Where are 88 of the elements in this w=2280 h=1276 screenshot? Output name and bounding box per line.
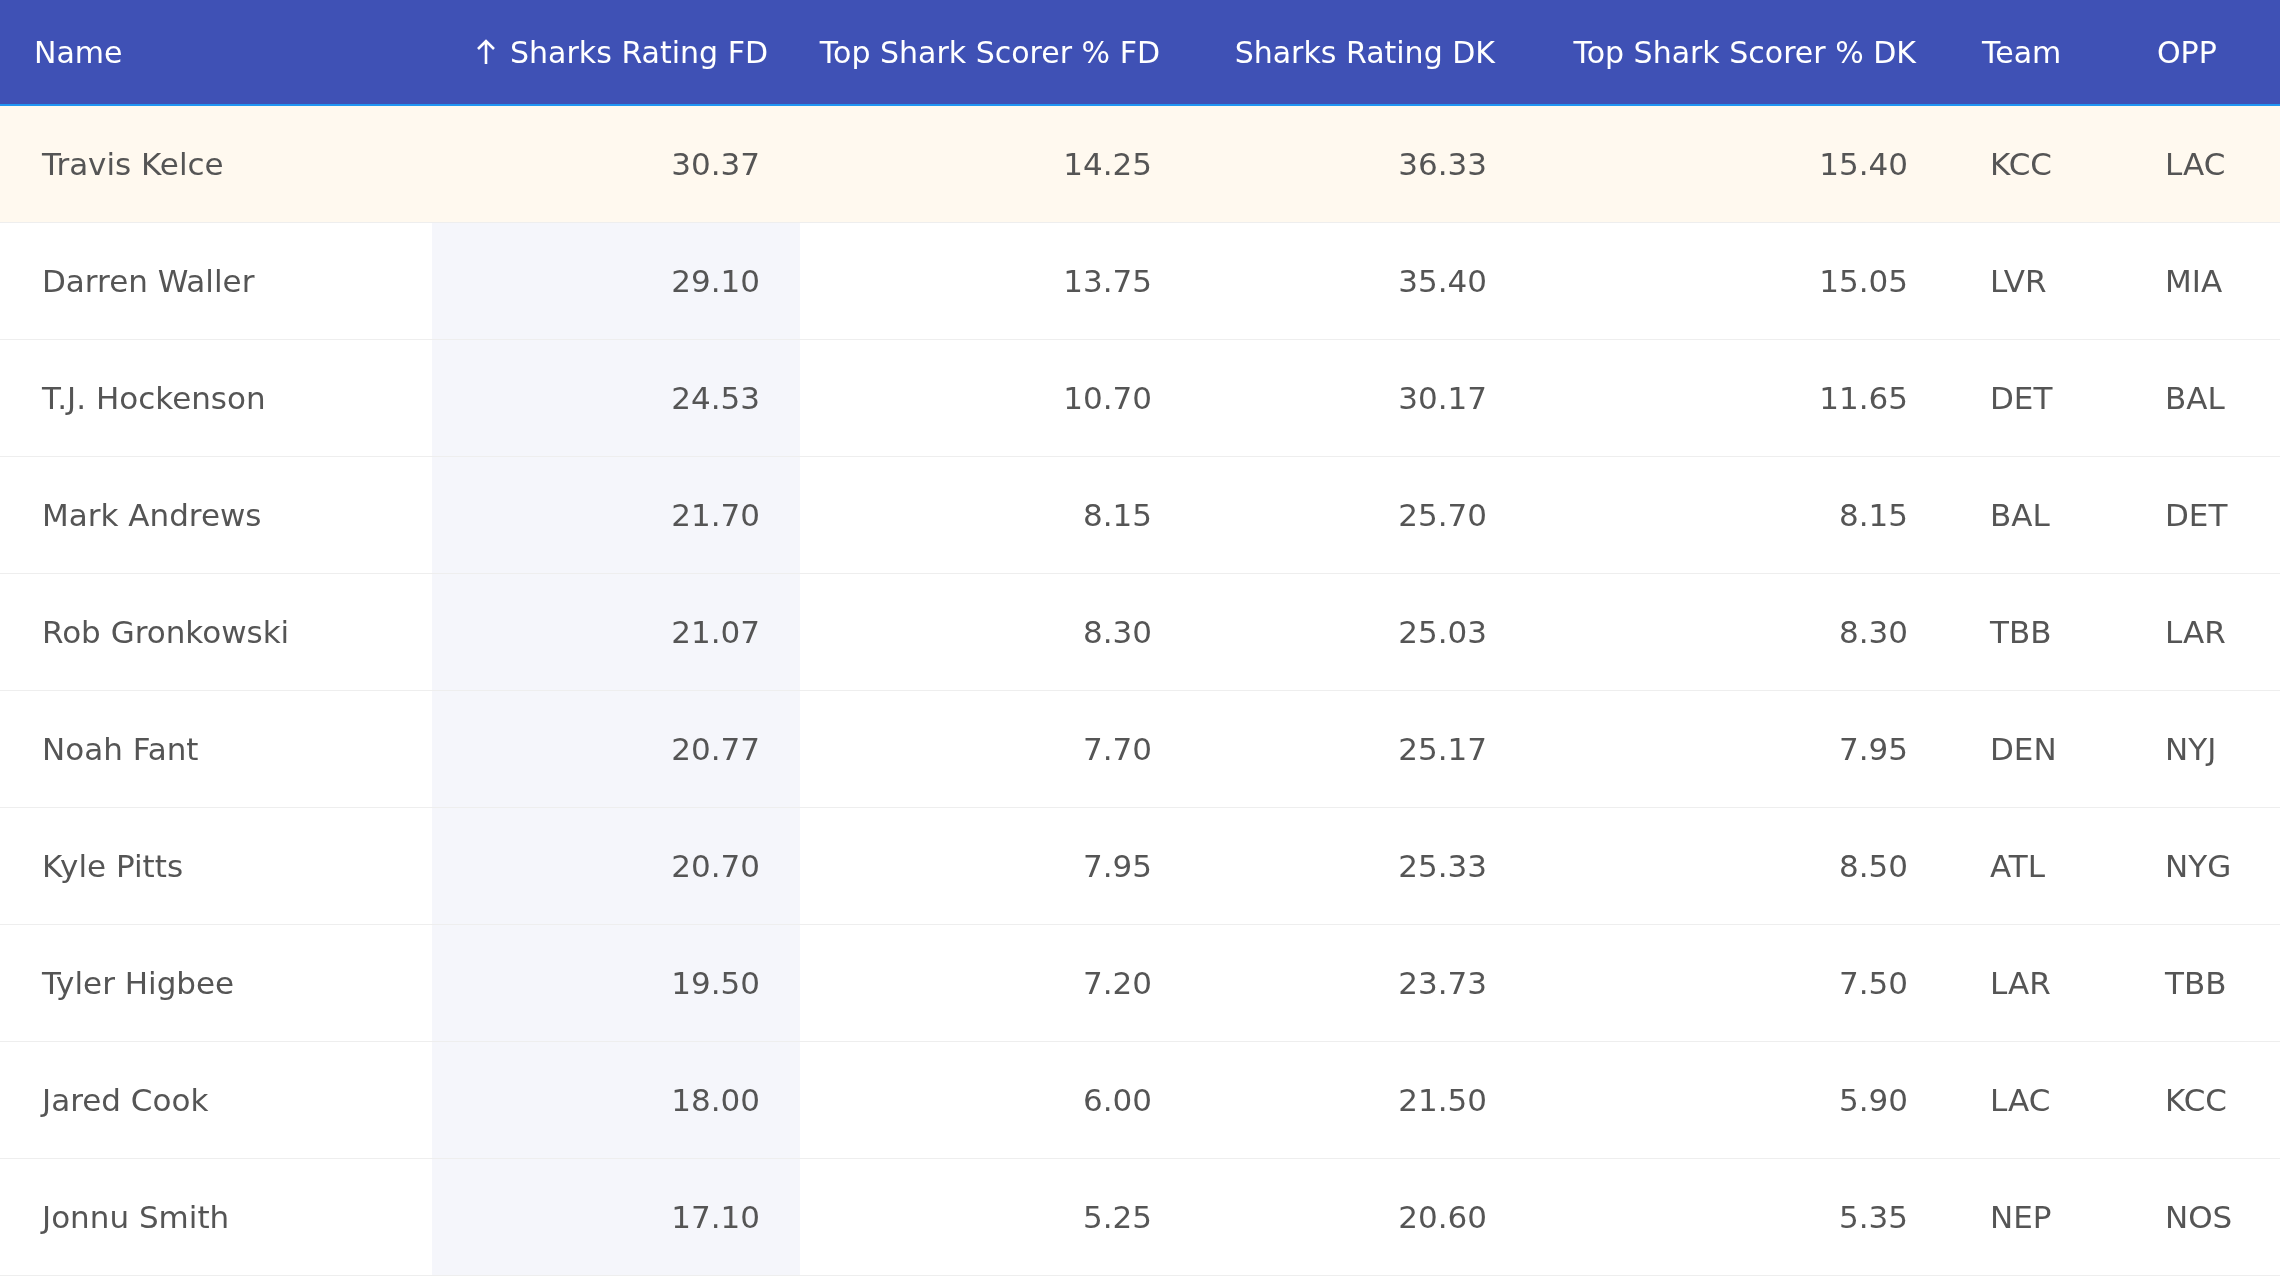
table-cell: 30.37 bbox=[671, 146, 760, 182]
table-cell: 6.00 bbox=[1082, 1082, 1152, 1118]
table-cell: BAL bbox=[2165, 380, 2225, 416]
table-cell: ATL bbox=[1990, 848, 2045, 884]
table-row[interactable]: Tyler Higbee 19.50 7.20 23.73 7.50 LAR TBB bbox=[0, 925, 2280, 1042]
table-cell: 7.20 bbox=[1082, 965, 1152, 1001]
table-cell: Darren Waller bbox=[42, 263, 255, 299]
table-cell: 18.00 bbox=[671, 1082, 760, 1118]
table-cell: 25.03 bbox=[1398, 614, 1487, 650]
table-cell: 20.60 bbox=[1398, 1199, 1487, 1235]
table-cell: 5.35 bbox=[1838, 1199, 1908, 1235]
table-cell: DEN bbox=[1990, 731, 2057, 767]
table-row[interactable]: Rob Gronkowski 21.07 8.30 25.03 8.30 TBB LAR bbox=[0, 574, 2280, 691]
table-cell: 7.95 bbox=[1082, 848, 1152, 884]
table-cell: LAC bbox=[2165, 146, 2226, 182]
table-cell: DET bbox=[1990, 380, 2053, 416]
table-cell: 25.17 bbox=[1398, 731, 1487, 767]
table-cell: LAC bbox=[1990, 1082, 2051, 1118]
table-row[interactable]: Jonnu Smith 17.10 5.25 20.60 5.35 NEP NOS bbox=[0, 1159, 2280, 1276]
table-cell: 5.90 bbox=[1838, 1082, 1908, 1118]
table-cell: 15.05 bbox=[1819, 263, 1908, 299]
table-cell: 23.73 bbox=[1398, 965, 1487, 1001]
table-cell: Mark Andrews bbox=[42, 497, 262, 533]
table-cell: Jared Cook bbox=[42, 1082, 209, 1118]
table-cell: Noah Fant bbox=[42, 731, 199, 767]
column-header[interactable]: Sharks Rating DK bbox=[1234, 34, 1495, 70]
table-cell: 10.70 bbox=[1063, 380, 1152, 416]
table-cell: 21.07 bbox=[671, 614, 760, 650]
table-row[interactable]: T.J. Hockenson 24.53 10.70 30.17 11.65 DET BAL bbox=[0, 340, 2280, 457]
table-cell: LAR bbox=[1990, 965, 2051, 1001]
table-cell: DET bbox=[2165, 497, 2228, 533]
table-cell: 5.25 bbox=[1082, 1199, 1152, 1235]
table-cell: Rob Gronkowski bbox=[42, 614, 290, 650]
table-cell: 29.10 bbox=[671, 263, 760, 299]
table-cell: Kyle Pitts bbox=[42, 848, 184, 884]
table-cell: KCC bbox=[1990, 146, 2052, 182]
table-cell: LVR bbox=[1990, 263, 2047, 299]
table-cell: 36.33 bbox=[1398, 146, 1487, 182]
table-cell: 14.25 bbox=[1063, 146, 1152, 182]
table-row[interactable]: Mark Andrews 21.70 8.15 25.70 8.15 BAL DET bbox=[0, 457, 2280, 574]
table-cell: NYG bbox=[2165, 848, 2232, 884]
table-cell: 7.70 bbox=[1082, 731, 1152, 767]
table-cell: 17.10 bbox=[671, 1199, 760, 1235]
table-cell: 25.70 bbox=[1398, 497, 1487, 533]
table-cell: 35.40 bbox=[1398, 263, 1487, 299]
table-cell: Tyler Higbee bbox=[42, 965, 235, 1001]
table-cell: 7.50 bbox=[1838, 965, 1908, 1001]
table-row[interactable]: Kyle Pitts 20.70 7.95 25.33 8.50 ATL NYG bbox=[0, 808, 2280, 925]
table-cell: 21.70 bbox=[671, 497, 760, 533]
table-cell: 8.15 bbox=[1082, 497, 1152, 533]
table-cell: 11.65 bbox=[1819, 380, 1908, 416]
table-cell: 8.30 bbox=[1082, 614, 1152, 650]
column-header[interactable]: Top Shark Scorer % DK bbox=[1573, 34, 1916, 70]
table-cell: 25.33 bbox=[1398, 848, 1487, 884]
table-cell: 8.15 bbox=[1838, 497, 1908, 533]
table-cell: NOS bbox=[2165, 1199, 2233, 1235]
table-cell: NEP bbox=[1990, 1199, 2052, 1235]
table-cell: 19.50 bbox=[671, 965, 760, 1001]
table-cell: 20.70 bbox=[671, 848, 760, 884]
table-cell: KCC bbox=[2165, 1082, 2227, 1118]
table-cell: 20.77 bbox=[671, 731, 760, 767]
table-cell: 21.50 bbox=[1398, 1082, 1487, 1118]
table-cell: MIA bbox=[2165, 263, 2223, 299]
table-row[interactable]: Travis Kelce 30.37 14.25 36.33 15.40 KCC LAC bbox=[0, 106, 2280, 223]
column-header[interactable]: Top Shark Scorer % FD bbox=[819, 34, 1160, 70]
table-cell: Travis Kelce bbox=[42, 146, 224, 182]
column-header[interactable]: OPP bbox=[2157, 34, 2217, 70]
table-cell: T.J. Hockenson bbox=[42, 380, 266, 416]
table-cell: BAL bbox=[1990, 497, 2050, 533]
table-row[interactable]: Darren Waller 29.10 13.75 35.40 15.05 LVR MIA bbox=[0, 223, 2280, 340]
table-cell: 8.30 bbox=[1838, 614, 1908, 650]
table-cell: TBB bbox=[2165, 965, 2227, 1001]
table-cell: NYJ bbox=[2165, 731, 2217, 767]
table-cell: LAR bbox=[2165, 614, 2226, 650]
table-cell: 13.75 bbox=[1063, 263, 1152, 299]
column-header[interactable]: Team bbox=[1982, 34, 2062, 70]
table-cell: 7.95 bbox=[1838, 731, 1908, 767]
table-row[interactable]: Noah Fant 20.77 7.70 25.17 7.95 DEN NYJ bbox=[0, 691, 2280, 808]
table-cell: 30.17 bbox=[1398, 380, 1487, 416]
table-cell: 24.53 bbox=[671, 380, 760, 416]
table-cell: 15.40 bbox=[1819, 146, 1908, 182]
table-row[interactable]: Jared Cook 18.00 6.00 21.50 5.90 LAC KCC bbox=[0, 1042, 2280, 1159]
table-cell: 8.50 bbox=[1838, 848, 1908, 884]
sort-arrow-icon[interactable] bbox=[476, 38, 497, 66]
column-header[interactable]: Name bbox=[34, 34, 123, 70]
table-cell: Jonnu Smith bbox=[42, 1199, 230, 1235]
column-header[interactable]: Sharks Rating FD bbox=[510, 34, 768, 70]
table-cell: TBB bbox=[1990, 614, 2052, 650]
